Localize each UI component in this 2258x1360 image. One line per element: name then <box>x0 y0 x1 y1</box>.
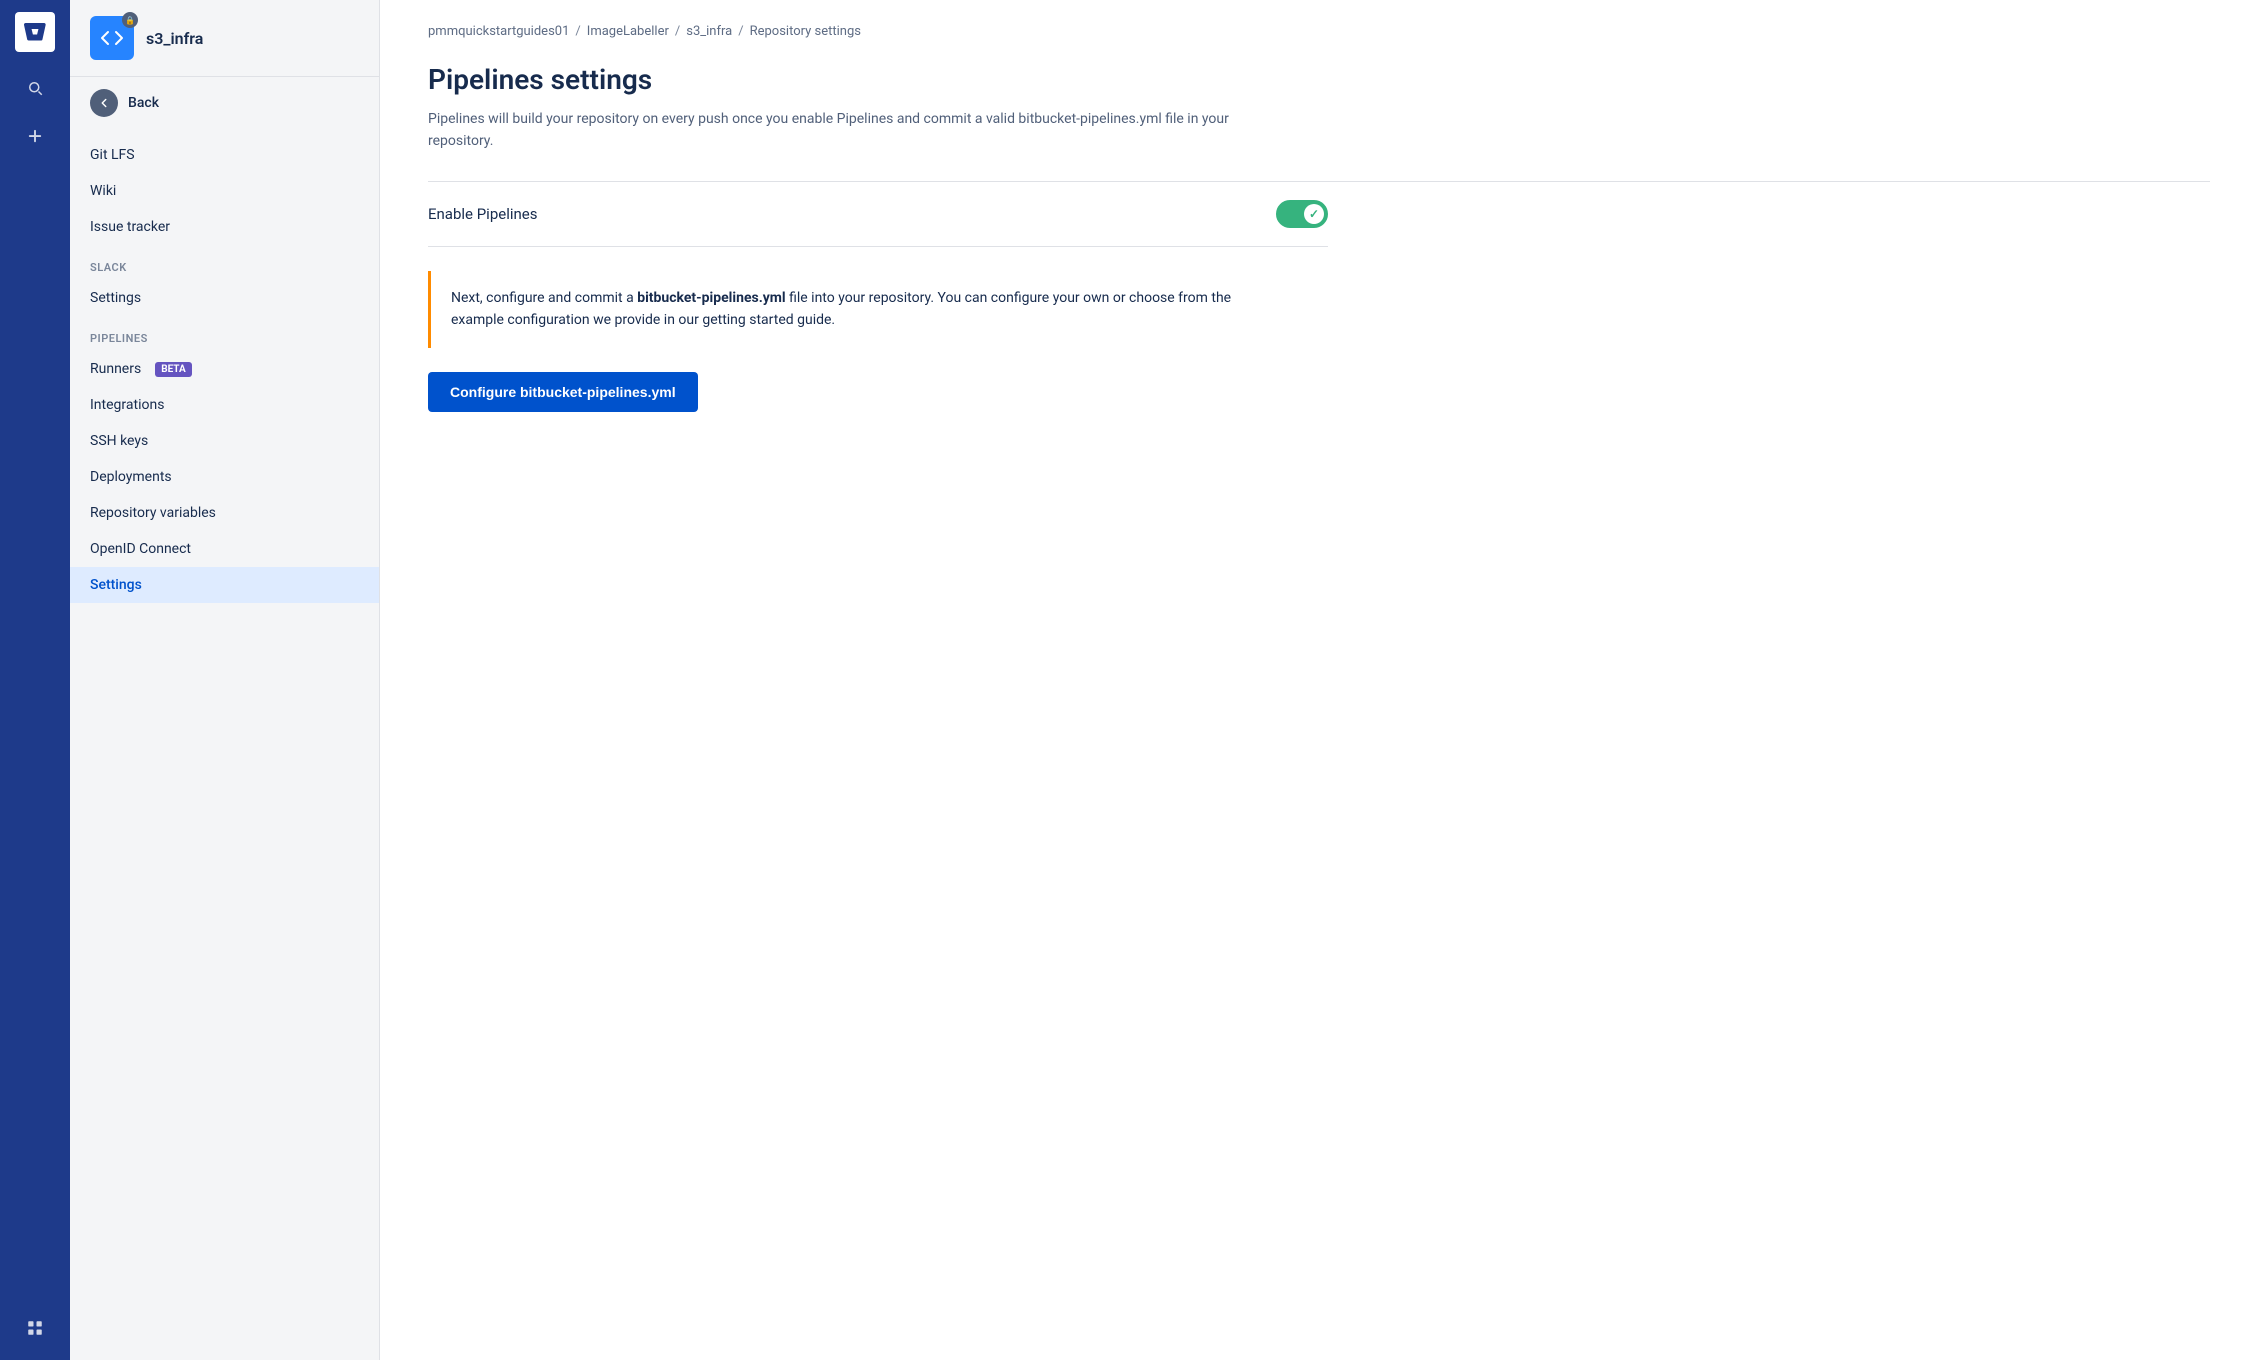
nav-item-label: Issue tracker <box>90 219 170 235</box>
nav-item-label: OpenID Connect <box>90 541 191 557</box>
breadcrumb-sep-3: / <box>738 24 743 39</box>
sidebar-item-wiki[interactable]: Wiki <box>70 173 379 209</box>
nav-item-label: Runners <box>90 361 141 377</box>
page-description: Pipelines will build your repository on … <box>428 108 1288 153</box>
sidebar-item-slack-settings[interactable]: Settings <box>70 280 379 316</box>
grid-icon[interactable] <box>15 1308 55 1348</box>
sidebar-item-deployments[interactable]: Deployments <box>70 459 379 495</box>
app-logo[interactable] <box>15 12 55 52</box>
info-filename: bitbucket-pipelines.yml <box>637 290 785 306</box>
info-text: Next, configure and commit a bitbucket-p… <box>451 287 1268 332</box>
breadcrumb-item-2: ImageLabeller <box>587 24 669 39</box>
toggle-track: ✓ <box>1276 200 1328 228</box>
repo-name: s3_infra <box>146 29 203 48</box>
search-icon[interactable] <box>15 68 55 108</box>
sidebar-nav: Git LFS Wiki Issue tracker SLACK Setting… <box>70 129 379 1360</box>
lock-badge: 🔒 <box>122 12 138 28</box>
nav-item-label: Integrations <box>90 397 164 413</box>
sidebar-item-runners[interactable]: Runners BETA <box>70 351 379 387</box>
breadcrumb-sep-1: / <box>575 24 580 39</box>
back-label: Back <box>128 95 159 111</box>
section-label-pipelines: PIPELINES <box>70 316 379 351</box>
global-nav <box>0 0 70 1360</box>
configure-button[interactable]: Configure bitbucket-pipelines.yml <box>428 372 698 412</box>
enable-pipelines-row: Enable Pipelines ✓ <box>428 182 1328 247</box>
nav-item-label: Deployments <box>90 469 172 485</box>
breadcrumb-item-3: s3_infra <box>686 24 732 39</box>
sidebar-item-ssh-keys[interactable]: SSH keys <box>70 423 379 459</box>
breadcrumb: pmmquickstartguides01 / ImageLabeller / … <box>428 24 2210 39</box>
back-circle-icon <box>90 89 118 117</box>
breadcrumb-sep-2: / <box>675 24 680 39</box>
sidebar-item-git-lfs[interactable]: Git LFS <box>70 137 379 173</box>
sidebar-item-settings[interactable]: Settings <box>70 567 379 603</box>
nav-item-label: Wiki <box>90 183 116 199</box>
code-icon <box>100 26 124 50</box>
sidebar-header: 🔒 s3_infra <box>70 0 379 77</box>
nav-item-label: SSH keys <box>90 433 148 449</box>
nav-item-label: Settings <box>90 577 142 593</box>
nav-item-label: Git LFS <box>90 147 135 163</box>
sidebar: 🔒 s3_infra Back Git LFS Wiki Issue track… <box>70 0 380 1360</box>
sidebar-item-repo-variables[interactable]: Repository variables <box>70 495 379 531</box>
info-box: Next, configure and commit a bitbucket-p… <box>428 271 1288 348</box>
toggle-thumb: ✓ <box>1304 204 1324 224</box>
nav-item-label: Settings <box>90 290 141 306</box>
enable-pipelines-label: Enable Pipelines <box>428 205 537 223</box>
repo-icon: 🔒 <box>90 16 134 60</box>
sidebar-item-integrations[interactable]: Integrations <box>70 387 379 423</box>
main-content: pmmquickstartguides01 / ImageLabeller / … <box>380 0 2258 1360</box>
create-icon[interactable] <box>15 116 55 156</box>
info-text-before: Next, configure and commit a <box>451 290 637 306</box>
beta-badge: BETA <box>155 362 192 377</box>
back-button[interactable]: Back <box>70 77 379 129</box>
sidebar-item-issue-tracker[interactable]: Issue tracker <box>70 209 379 245</box>
section-label-slack: SLACK <box>70 245 379 280</box>
breadcrumb-item-4: Repository settings <box>750 24 861 39</box>
page-title: Pipelines settings <box>428 63 2210 96</box>
sidebar-item-openid[interactable]: OpenID Connect <box>70 531 379 567</box>
breadcrumb-item-1: pmmquickstartguides01 <box>428 24 569 39</box>
bitbucket-logo-icon <box>23 20 47 44</box>
nav-item-label: Repository variables <box>90 505 216 521</box>
toggle-check-icon: ✓ <box>1309 207 1319 221</box>
enable-pipelines-toggle[interactable]: ✓ <box>1276 200 1328 228</box>
